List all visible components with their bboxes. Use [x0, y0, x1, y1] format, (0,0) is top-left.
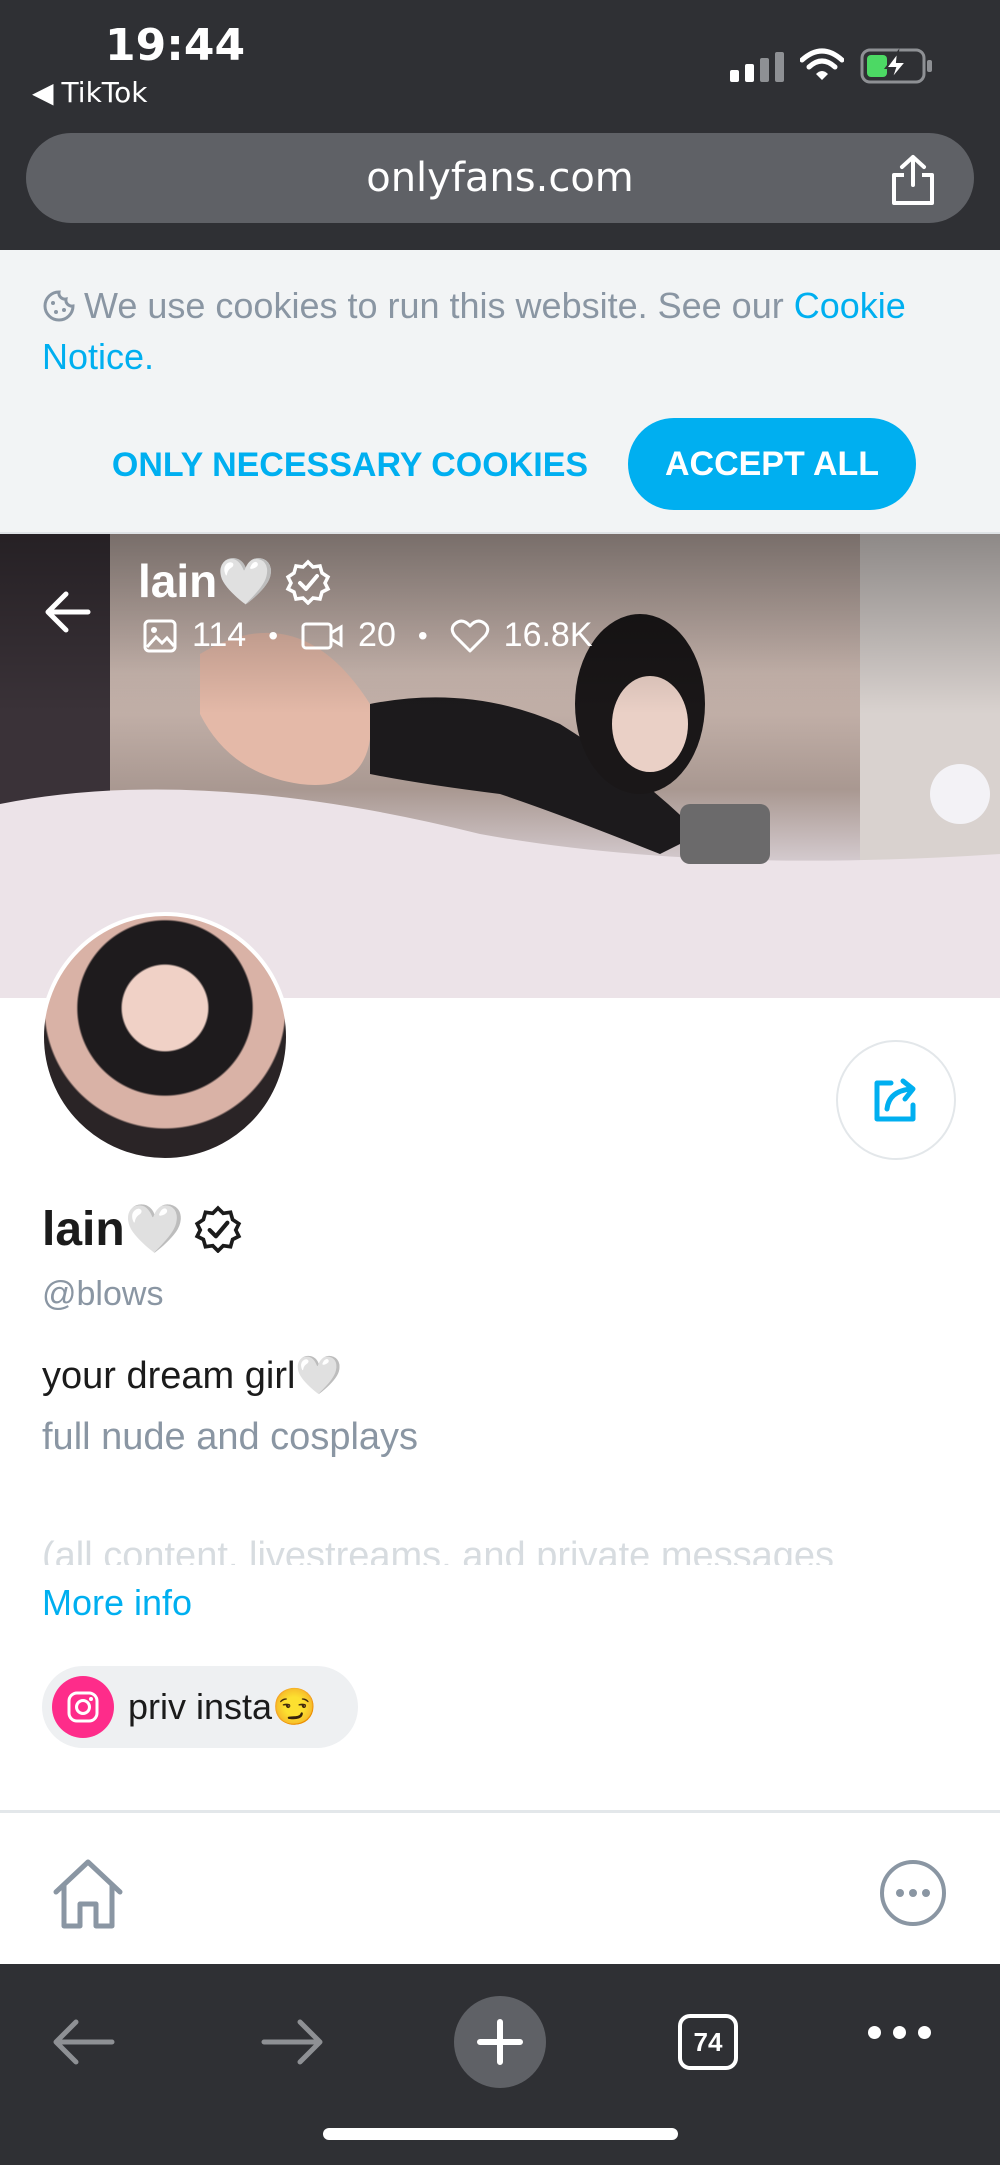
more-info-link[interactable]: More info [42, 1582, 192, 1624]
cookie-banner: We use cookies to run this website. See … [0, 250, 1000, 534]
video-icon [301, 622, 343, 649]
videos-count: 20 [358, 616, 396, 654]
status-time: 19:44 [105, 20, 246, 71]
browser-bottom-bar: 74 [0, 1964, 1000, 2165]
share-profile-button[interactable] [836, 1040, 956, 1160]
tabs-button[interactable]: 74 [678, 2014, 738, 2070]
back-arrow-icon[interactable] [40, 584, 96, 640]
verified-badge-icon [285, 559, 330, 605]
cover-name-text: lain🤍 [138, 555, 275, 607]
battery-charging-icon [860, 48, 932, 84]
cookie-text-end: . [144, 336, 155, 377]
verified-badge-icon [195, 1205, 242, 1253]
address-bar[interactable]: onlyfans.com [26, 133, 974, 223]
back-app-label: TikTok [61, 76, 148, 109]
url-text: onlyfans.com [366, 155, 634, 201]
cellular-signal-icon [730, 52, 784, 82]
site-bottom-nav [0, 1814, 1000, 1964]
separator-dot: • [268, 619, 279, 651]
wifi-icon [800, 48, 844, 80]
cookie-message: We use cookies to run this website. See … [42, 280, 972, 382]
photo-icon [143, 619, 177, 652]
instagram-link-label: priv insta😏 [128, 1686, 317, 1727]
instagram-link-chip[interactable]: priv insta😏 [42, 1666, 358, 1748]
cover-profile-name: lain🤍 [138, 554, 331, 609]
back-to-app-link[interactable]: ◀ TikTok [32, 76, 147, 109]
browser-top-bar: 19:44 ◀ TikTok onlyfans.com [0, 0, 1000, 250]
home-indicator[interactable] [323, 2128, 678, 2140]
heart-icon [450, 619, 489, 652]
more-options-icon[interactable] [878, 1858, 948, 1928]
separator-dot: • [417, 619, 428, 651]
new-tab-button[interactable] [454, 1996, 546, 2088]
bio-line: full nude and cosplays [42, 1416, 419, 1458]
profile-handle: @blows [42, 1275, 164, 1313]
profile-stats: 114 • 20 • 16.8K [142, 616, 593, 655]
browser-forward-icon[interactable] [258, 2012, 328, 2072]
bio-line-faded: (all content, livestreams, and private m… [42, 1535, 835, 1565]
accept-all-button[interactable]: ACCEPT ALL [628, 418, 916, 510]
cookie-text: We use cookies to run this website. See … [84, 285, 794, 326]
back-triangle-icon: ◀ [32, 76, 54, 109]
share-page-icon[interactable] [888, 153, 938, 207]
browser-menu-icon[interactable] [868, 2026, 931, 2039]
bio-line: your dream girl🤍 [42, 1355, 343, 1397]
browser-back-icon[interactable] [48, 2012, 118, 2072]
avatar[interactable] [40, 912, 290, 1162]
instagram-icon [52, 1676, 114, 1738]
profile-name-text: lain🤍 [42, 1203, 185, 1256]
plus-icon [477, 2019, 523, 2065]
likes-count: 16.8K [503, 616, 593, 654]
cookie-icon [43, 290, 75, 322]
profile-name: lain🤍 [42, 1200, 242, 1257]
photos-count: 114 [192, 616, 247, 654]
home-icon[interactable] [50, 1856, 126, 1932]
share-icon [874, 1078, 916, 1122]
only-necessary-cookies-button[interactable]: ONLY NECESSARY COOKIES [100, 420, 600, 510]
divider [0, 1810, 1000, 1813]
